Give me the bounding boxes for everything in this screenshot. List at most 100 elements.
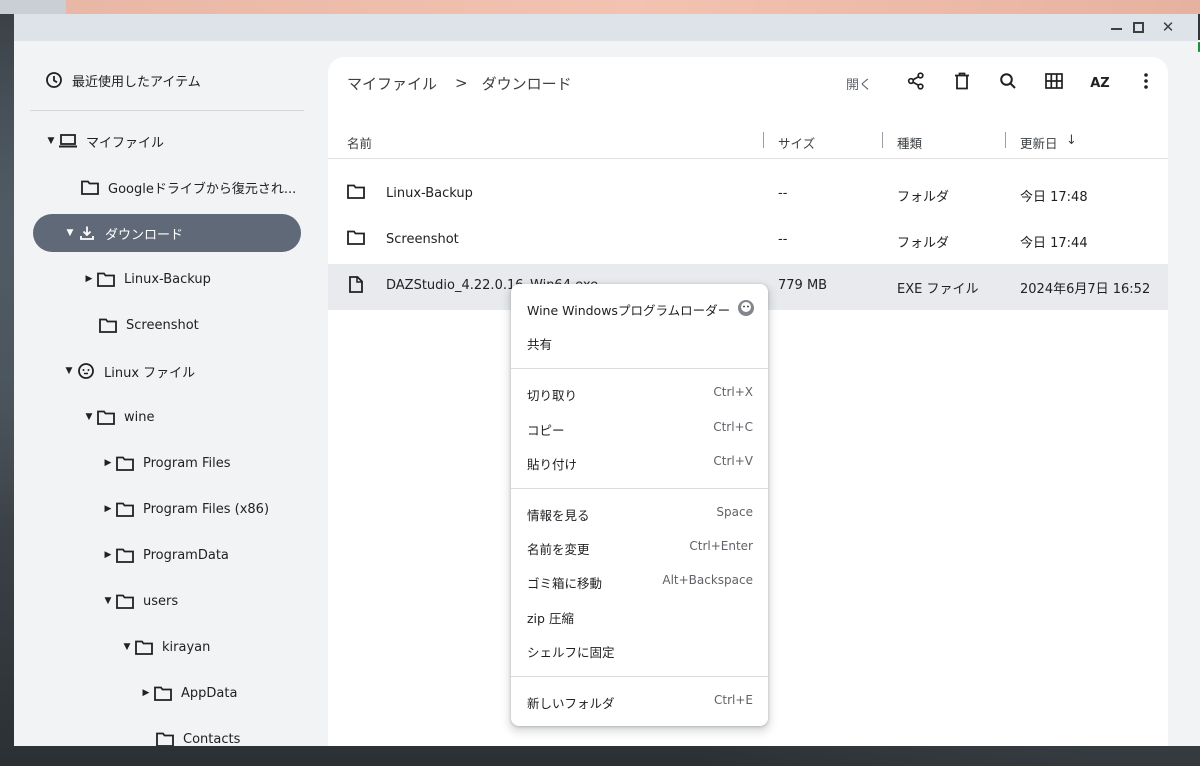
folder-icon	[98, 315, 118, 335]
share-button[interactable]	[904, 71, 928, 95]
sidebar-item-label: Linux ファイル	[104, 365, 196, 381]
sidebar-item-label: Screenshot	[126, 317, 199, 333]
menu-item-shortcut: Alt+Backspace	[662, 573, 753, 587]
file-name: Screenshot	[386, 232, 459, 247]
menu-item-paste[interactable]: 貼り付け Ctrl+V	[511, 445, 768, 479]
sidebar-item-contacts[interactable]: Contacts	[155, 720, 240, 746]
menu-item-shortcut: Space	[716, 505, 753, 519]
close-button[interactable]: ✕	[1158, 17, 1178, 37]
column-size[interactable]: サイズ	[778, 133, 815, 152]
file-row[interactable]: Screenshot -- フォルダ 今日 17:44	[328, 218, 1168, 264]
sidebar-item-my-files[interactable]: ▼ マイファイル	[44, 122, 164, 160]
expand-arrow-icon[interactable]: ▶	[101, 458, 115, 468]
menu-item-shortcut: Ctrl+X	[713, 385, 753, 399]
folder-icon	[115, 545, 135, 565]
folder-icon	[155, 729, 175, 746]
expand-arrow-icon[interactable]: ▶	[139, 688, 153, 698]
sidebar-item-linux-files[interactable]: ▼ Linux ファイル	[62, 352, 195, 390]
file-type: フォルダ	[897, 190, 950, 205]
breadcrumb-separator-icon: >	[455, 74, 468, 92]
column-divider[interactable]	[1005, 132, 1006, 148]
sidebar-item-wine[interactable]: ▼ wine	[82, 398, 155, 436]
file-row[interactable]: Linux-Backup -- フォルダ 今日 17:48	[328, 172, 1168, 218]
folder-icon	[80, 177, 100, 197]
search-icon	[999, 72, 1017, 94]
sidebar-item-label: ダウンロード	[105, 227, 184, 243]
sidebar-item-screenshot[interactable]: Screenshot	[98, 306, 199, 344]
menu-item-info[interactable]: 情報を見る Space	[511, 496, 768, 530]
sidebar-item-program-files-x86[interactable]: ▶ Program Files (x86)	[101, 490, 270, 528]
expand-arrow-icon[interactable]: ▼	[101, 596, 115, 606]
menu-item-pin-to-shelf[interactable]: シェルフに固定	[511, 633, 768, 667]
more-options-button[interactable]	[1134, 71, 1158, 95]
expand-arrow-icon[interactable]: ▼	[82, 412, 96, 422]
sidebar-item-label: マイファイル	[86, 135, 165, 151]
expand-arrow-icon[interactable]: ▶	[101, 550, 115, 560]
expand-arrow-icon[interactable]: ▼	[62, 366, 76, 376]
sidebar-item-label: Linux-Backup	[124, 271, 211, 287]
menu-item-shortcut: Ctrl+Enter	[689, 539, 753, 553]
menu-item-label: 情報を見る	[527, 508, 590, 523]
expand-arrow-icon[interactable]: ▶	[82, 274, 96, 284]
column-modified[interactable]: 更新日	[1020, 133, 1058, 152]
linux-icon	[76, 361, 96, 381]
menu-item-label: 新しいフォルダ	[527, 696, 615, 711]
folder-icon	[153, 683, 173, 703]
menu-item-label: 貼り付け	[527, 457, 578, 472]
expand-arrow-icon[interactable]: ▼	[63, 228, 77, 238]
menu-item-zip[interactable]: zip 圧縮	[511, 599, 768, 633]
open-button[interactable]: 開く	[846, 74, 872, 93]
file-type: EXE ファイル	[897, 282, 979, 297]
expand-arrow-icon[interactable]: ▼	[44, 136, 58, 146]
maximize-button[interactable]	[1128, 17, 1148, 37]
background-window-strip	[66, 0, 1200, 14]
file-size: --	[778, 186, 788, 201]
menu-item-copy[interactable]: コピー Ctrl+C	[511, 411, 768, 445]
more-icon	[1143, 72, 1149, 94]
sidebar-item-programdata[interactable]: ▶ ProgramData	[101, 536, 229, 574]
menu-item-label: 切り取り	[527, 388, 578, 403]
minimize-button[interactable]	[1106, 17, 1126, 37]
menu-item-rename[interactable]: 名前を変更 Ctrl+Enter	[511, 530, 768, 564]
menu-item-new-folder[interactable]: 新しいフォルダ Ctrl+E	[511, 684, 768, 718]
sidebar-item-kirayan[interactable]: ▼ kirayan	[120, 628, 211, 666]
sidebar-item-users[interactable]: ▼ users	[101, 582, 179, 620]
menu-divider	[511, 676, 768, 677]
menu-item-move-to-trash[interactable]: ゴミ箱に移動 Alt+Backspace	[511, 564, 768, 598]
sidebar-item-downloads[interactable]: ▼ ダウンロード	[33, 214, 301, 252]
expand-arrow-icon[interactable]: ▼	[120, 642, 134, 652]
menu-item-share[interactable]: 共有	[511, 325, 768, 359]
menu-item-label: 名前を変更	[527, 542, 590, 557]
menu-item-shortcut: Ctrl+V	[713, 454, 753, 468]
breadcrumb-current[interactable]: ダウンロード	[482, 73, 572, 94]
file-type: フォルダ	[897, 236, 950, 251]
menu-item-cut[interactable]: 切り取り Ctrl+X	[511, 376, 768, 410]
sidebar-item-label: Contacts	[183, 731, 241, 747]
column-divider[interactable]	[763, 132, 764, 148]
search-button[interactable]	[996, 71, 1020, 95]
folder-icon	[96, 407, 116, 427]
sidebar-item-appdata[interactable]: ▶ AppData	[139, 674, 238, 712]
column-name[interactable]: 名前	[347, 133, 372, 152]
sidebar-item-google-drive-restore[interactable]: Googleドライブから復元され...	[80, 168, 296, 206]
file-size: 779 MB	[778, 278, 828, 293]
sort-icon: AZ	[1090, 75, 1110, 91]
file-icon	[349, 276, 363, 297]
sort-button[interactable]: AZ	[1088, 71, 1112, 95]
grid-view-button[interactable]	[1042, 71, 1066, 95]
folder-icon	[134, 637, 154, 657]
breadcrumb-root[interactable]: マイファイル	[347, 73, 437, 94]
sidebar-item-program-files[interactable]: ▶ Program Files	[101, 444, 231, 482]
column-divider[interactable]	[882, 132, 883, 148]
column-header: 名前 サイズ 種類 更新日 ↓	[328, 123, 1168, 159]
download-icon	[77, 223, 97, 243]
sidebar-item-label: Googleドライブから復元され...	[108, 181, 297, 197]
share-icon	[907, 72, 925, 94]
sidebar-item-linux-backup[interactable]: ▶ Linux-Backup	[82, 260, 211, 298]
delete-button[interactable]	[950, 71, 974, 95]
sidebar-item-recent[interactable]: 最近使用したアイテム	[30, 65, 304, 95]
column-type[interactable]: 種類	[897, 133, 922, 152]
expand-arrow-icon[interactable]: ▶	[101, 504, 115, 514]
menu-item-wine-loader[interactable]: Wine Windowsプログラムローダー	[511, 291, 768, 325]
desktop-top-strip	[0, 0, 66, 14]
